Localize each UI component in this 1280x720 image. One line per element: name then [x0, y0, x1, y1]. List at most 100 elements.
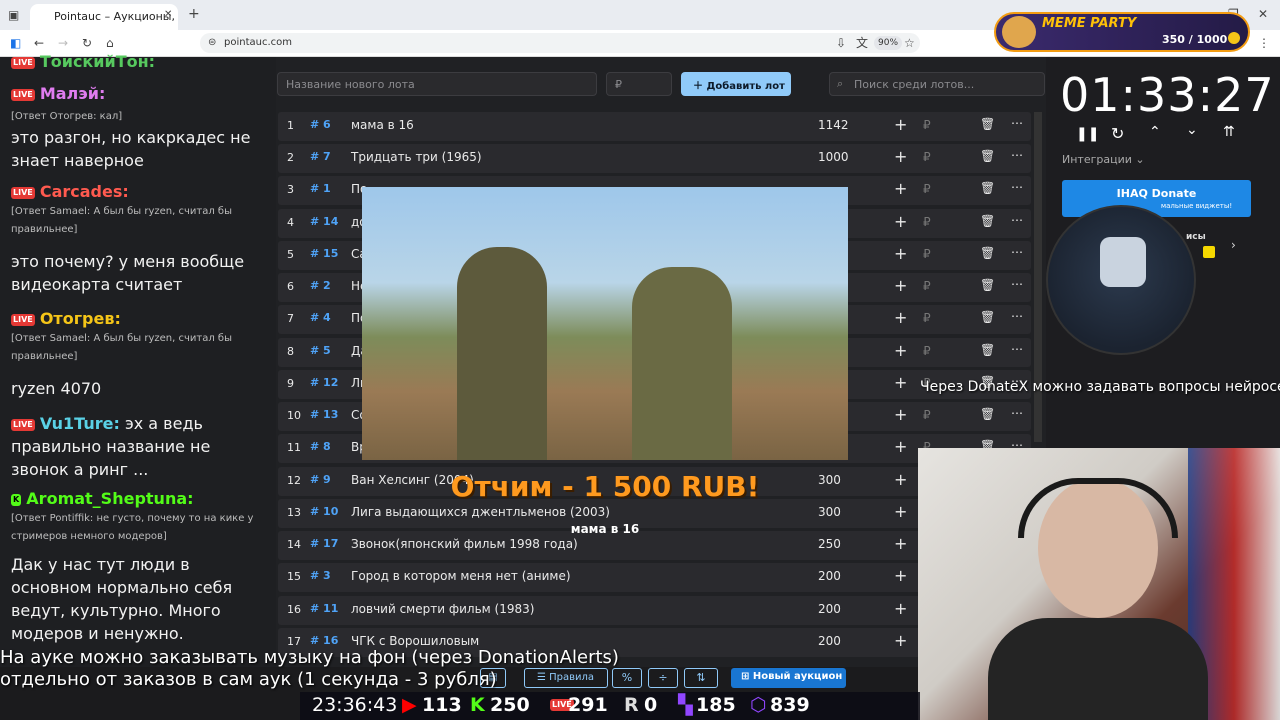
ruble-icon[interactable]: ₽: [923, 344, 931, 358]
trash-icon[interactable]: 🗑: [980, 278, 995, 292]
trash-icon[interactable]: 🗑: [980, 407, 995, 421]
rules-button[interactable]: ☰ Правила: [524, 668, 608, 688]
add-amount-icon[interactable]: +: [894, 405, 907, 424]
reload-icon[interactable]: ↻: [82, 37, 92, 49]
lot-name: ЧГК с Ворошиловым: [351, 634, 480, 648]
lot-id: # 6: [310, 118, 331, 131]
vtuber-avatar: [1046, 205, 1196, 355]
add-amount-icon[interactable]: +: [894, 470, 907, 489]
ruble-icon[interactable]: ₽: [923, 215, 931, 229]
chat-message: это почему? у меня вообще видеокарта счи…: [11, 250, 269, 296]
lot-number: 9: [287, 377, 294, 390]
add-amount-icon[interactable]: +: [894, 631, 907, 650]
vk-live-count: 291: [568, 694, 608, 716]
add-amount-icon[interactable]: +: [894, 373, 907, 392]
add-amount-icon[interactable]: +: [894, 179, 907, 198]
lot-row[interactable]: 1 # 6 мама в 16 1142 + ₽ 🗑 ⋯: [278, 112, 1031, 141]
ruble-icon[interactable]: ₽: [923, 182, 931, 196]
translate-icon[interactable]: 文: [856, 37, 868, 49]
add-amount-icon[interactable]: +: [894, 534, 907, 553]
trash-icon[interactable]: 🗑: [980, 343, 995, 357]
add-amount-icon[interactable]: +: [894, 244, 907, 263]
chevron-down-icon[interactable]: ⌄: [1186, 122, 1198, 138]
more-icon[interactable]: ⋯: [1011, 116, 1023, 130]
forward-icon[interactable]: →: [58, 37, 68, 49]
new-auction-button[interactable]: ⊞ Новый аукцион: [731, 668, 846, 688]
add-amount-icon[interactable]: +: [894, 566, 907, 585]
ruble-icon[interactable]: ₽: [923, 247, 931, 261]
add-amount-icon[interactable]: +: [894, 502, 907, 521]
more-icon[interactable]: ⋯: [1011, 213, 1023, 227]
new-lot-input[interactable]: Название нового лота: [277, 72, 597, 96]
lot-row[interactable]: 2 # 7 Тридцать три (1965) 1000 + ₽ 🗑 ⋯: [278, 144, 1031, 173]
trash-icon[interactable]: 🗑: [980, 246, 995, 260]
trash-icon[interactable]: 🗑: [980, 149, 995, 163]
more-icon[interactable]: ⋯: [1011, 148, 1023, 162]
add-amount-icon[interactable]: +: [894, 276, 907, 295]
browser-tab[interactable]: Pointauc – Аукционы, лотереи: [30, 4, 178, 30]
reset-icon[interactable]: ↻: [1111, 124, 1124, 143]
more-icon[interactable]: ⋯: [1011, 277, 1023, 291]
add-amount-icon[interactable]: +: [894, 341, 907, 360]
bookmark-star-icon[interactable]: ☆: [904, 37, 915, 49]
close-window-icon[interactable]: ✕: [1258, 8, 1268, 20]
pause-icon[interactable]: ❚❚: [1076, 126, 1099, 142]
double-up-icon[interactable]: ⇈: [1223, 124, 1235, 140]
tab-close-icon[interactable]: ✕: [164, 9, 172, 21]
sidebar-icon[interactable]: ◧: [10, 37, 21, 49]
lot-search-input[interactable]: Поиск среди лотов...: [829, 72, 1045, 96]
more-icon[interactable]: ⋯: [1011, 180, 1023, 194]
zoom-indicator[interactable]: 90%: [874, 36, 903, 50]
add-lot-button[interactable]: ＋ Добавить лот: [681, 72, 791, 96]
add-amount-icon[interactable]: +: [894, 147, 907, 166]
add-amount-icon[interactable]: +: [894, 437, 907, 456]
lot-number: 2: [287, 151, 294, 164]
chevron-right-icon[interactable]: ›: [1231, 238, 1236, 252]
lot-id: # 17: [310, 537, 339, 550]
ruble-icon[interactable]: ₽: [923, 150, 931, 164]
lot-id: # 7: [310, 150, 331, 163]
lot-amount-input[interactable]: ₽: [606, 72, 672, 96]
coin-icon: [1228, 32, 1240, 44]
lot-id: # 14: [310, 215, 339, 228]
split-icon[interactable]: ÷: [648, 668, 678, 688]
ruble-icon[interactable]: ₽: [923, 311, 931, 325]
twitch-icon: ▚: [678, 694, 693, 716]
add-amount-icon[interactable]: +: [894, 115, 907, 134]
add-amount-icon[interactable]: +: [894, 308, 907, 327]
ruble-icon[interactable]: ₽: [923, 408, 931, 422]
integrations-dropdown[interactable]: Интеграции ⌄: [1062, 153, 1145, 166]
percent-icon[interactable]: %: [612, 668, 642, 688]
more-icon[interactable]: ⋯: [1011, 245, 1023, 259]
lot-number: 7: [287, 312, 294, 325]
home-icon[interactable]: ⌂: [106, 37, 114, 49]
integration-icon: [1203, 246, 1215, 258]
chevron-up-icon[interactable]: ⌃: [1149, 124, 1161, 140]
lot-id: # 9: [310, 473, 331, 486]
doge-icon: [1002, 16, 1036, 48]
more-icon[interactable]: ⋯: [1011, 406, 1023, 420]
donate-sub: мальные виджеты!: [1160, 202, 1233, 210]
trash-icon[interactable]: 🗑: [980, 310, 995, 324]
donate-label: IHAQ Donate: [1116, 187, 1197, 200]
add-amount-icon[interactable]: +: [894, 599, 907, 618]
tab-actions-icon[interactable]: ▣: [8, 9, 19, 21]
url-text: pointauc.com: [224, 37, 293, 48]
browser-menu-icon[interactable]: ⋮: [1258, 37, 1270, 49]
new-tab-icon[interactable]: +: [188, 7, 200, 21]
ruble-icon[interactable]: ₽: [923, 279, 931, 293]
add-amount-icon[interactable]: +: [894, 212, 907, 231]
ruble-icon[interactable]: ₽: [923, 118, 931, 132]
back-icon[interactable]: ←: [34, 37, 44, 49]
address-bar[interactable]: pointauc.com: [200, 33, 920, 53]
more-icon[interactable]: ⋯: [1011, 342, 1023, 356]
sort-icon[interactable]: ⇅: [684, 668, 718, 688]
site-info-icon[interactable]: ⊜: [208, 37, 216, 49]
trash-icon[interactable]: 🗑: [980, 117, 995, 131]
more-icon[interactable]: ⋯: [1011, 309, 1023, 323]
lot-id: # 16: [310, 634, 339, 647]
side-text: исы: [1186, 232, 1206, 242]
trash-icon[interactable]: 🗑: [980, 181, 995, 195]
download-icon[interactable]: ⇩: [836, 37, 846, 49]
trash-icon[interactable]: 🗑: [980, 214, 995, 228]
